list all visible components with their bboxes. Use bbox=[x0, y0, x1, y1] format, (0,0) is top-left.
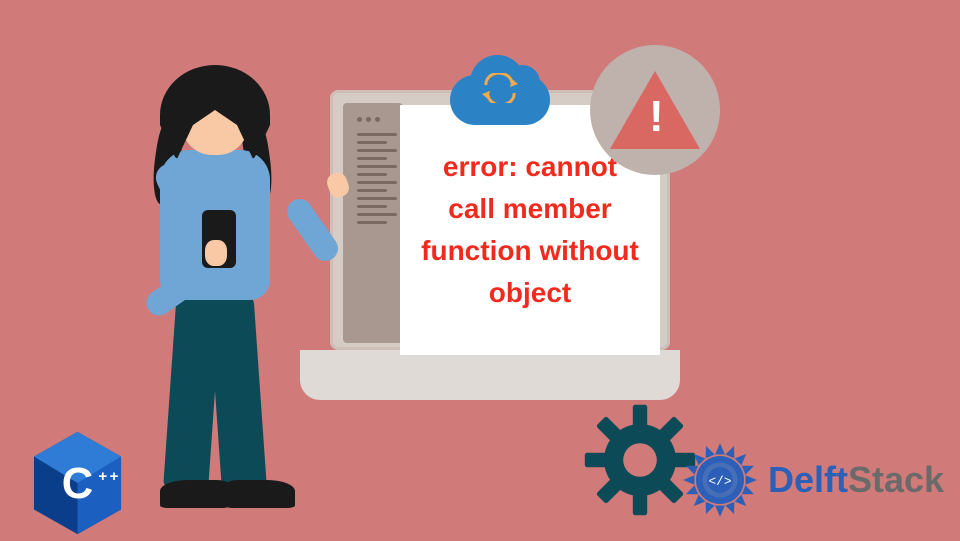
error-message-text: error: cannot call member function witho… bbox=[420, 146, 640, 314]
delftstack-medallion-icon: </> bbox=[680, 440, 760, 520]
brand-part2: Stack bbox=[848, 459, 944, 500]
person-illustration bbox=[110, 75, 340, 515]
svg-text:C: C bbox=[62, 460, 93, 508]
svg-text:</>: </> bbox=[708, 474, 731, 489]
svg-text:+: + bbox=[98, 468, 107, 485]
cloud-sync-icon bbox=[445, 55, 555, 125]
svg-text:+: + bbox=[110, 468, 119, 485]
cpp-badge-icon: C + + bbox=[30, 430, 125, 536]
delftstack-logo: </> DelftStack bbox=[680, 440, 944, 520]
warning-icon: ! bbox=[590, 45, 720, 175]
delftstack-wordmark: DelftStack bbox=[768, 459, 944, 501]
brand-part1: Delft bbox=[768, 459, 848, 500]
